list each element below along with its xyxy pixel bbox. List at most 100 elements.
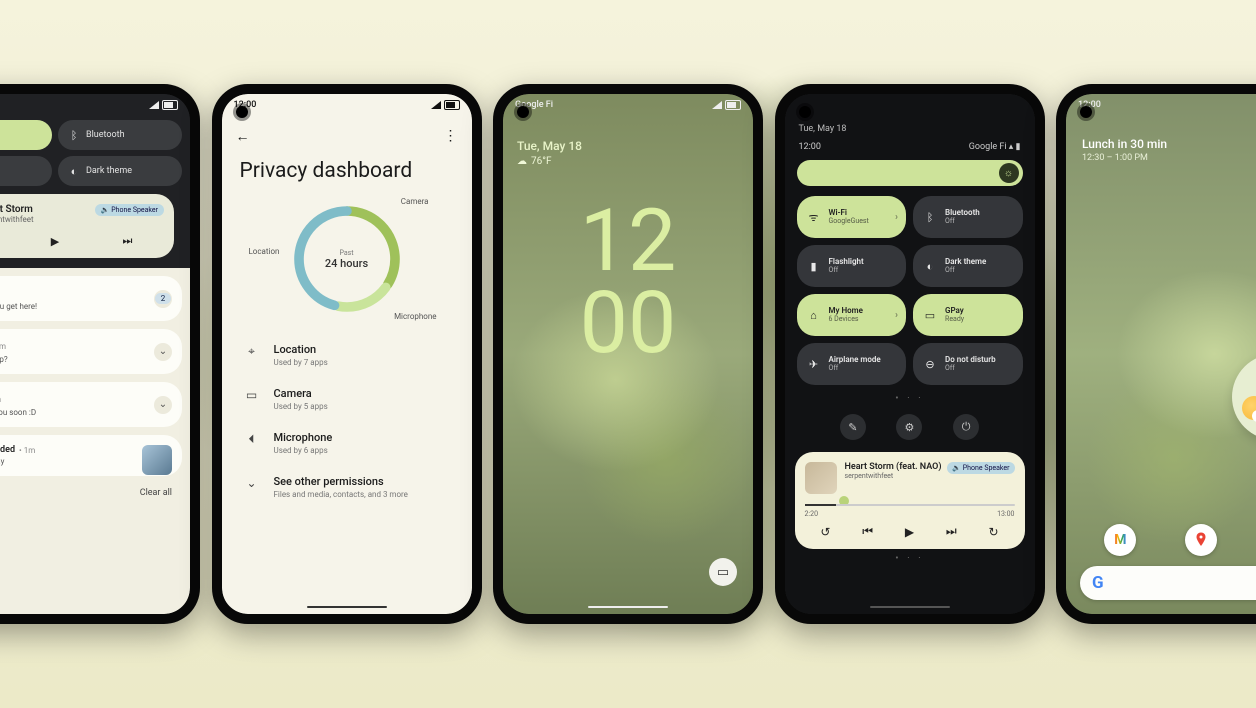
wifi-icon: ᯤ bbox=[807, 210, 821, 225]
status-bar: 12:00 bbox=[0, 94, 190, 116]
play-icon[interactable]: ▶ bbox=[51, 235, 59, 248]
speaker-icon: 🔈 bbox=[101, 206, 110, 214]
qs-flashlight[interactable]: ▮Flashlight bbox=[0, 156, 52, 186]
settings-button[interactable]: ⚙ bbox=[896, 414, 922, 440]
chevron-right-icon: › bbox=[895, 212, 898, 223]
qs-wifi[interactable]: ᯤWi-FiGoogleGuest› bbox=[797, 196, 907, 238]
nav-handle[interactable] bbox=[870, 606, 950, 608]
qs-wifi[interactable]: ᯤWi-Fi bbox=[0, 120, 52, 150]
next-icon[interactable]: ⏭ bbox=[122, 234, 132, 248]
sun-cloud-icon bbox=[1242, 396, 1256, 420]
camera-icon: ▭ bbox=[244, 388, 260, 402]
back-icon[interactable]: ← bbox=[236, 128, 250, 145]
nav-handle[interactable] bbox=[307, 606, 387, 608]
maps-icon[interactable] bbox=[1185, 524, 1217, 556]
media-title: Heart Storm (feat. NAO) bbox=[845, 462, 942, 472]
status-bar: Google Fi bbox=[503, 94, 753, 116]
forward-icon[interactable]: ↻ bbox=[989, 525, 999, 539]
media-card[interactable]: Heart Storm (feat. NAO) serpentwithfeet … bbox=[795, 452, 1025, 549]
seek-bar[interactable] bbox=[805, 504, 1015, 506]
dnd-icon: ⊖ bbox=[923, 358, 937, 371]
media-art bbox=[805, 462, 837, 494]
phone-privacy-dashboard: 12:00 ← ⋮ Privacy dashboard Past 24 hour… bbox=[212, 84, 482, 624]
phone-row: 12:00 ᯤWi-Fi ᛒBluetooth ▮Flashlight ◐Dar… bbox=[0, 0, 1256, 708]
qs-home[interactable]: ⌂My Home6 Devices› bbox=[797, 294, 907, 336]
status-icons bbox=[149, 100, 178, 110]
airplane-icon: ✈ bbox=[807, 358, 821, 371]
overflow-icon[interactable]: ⋮ bbox=[444, 128, 458, 145]
notification[interactable]: Paige • 2m Awesome! See you soon :D ⌄ bbox=[0, 382, 182, 427]
qs-gpay[interactable]: ▭GPayReady bbox=[913, 294, 1023, 336]
ring-location-label: Location bbox=[249, 247, 280, 256]
output-chip[interactable]: 🔈 Phone Speaker bbox=[95, 204, 164, 216]
next-icon[interactable]: ⏭ bbox=[946, 524, 957, 539]
notification-panel: Jane • 2m Text me when you get here! 2 F… bbox=[0, 268, 190, 614]
phone-lock-screen: Google Fi Tue, May 18 ☁76°F 12 00 ▭ bbox=[493, 84, 763, 624]
status-bar: 12:00 bbox=[222, 94, 472, 116]
qs-dark-theme[interactable]: ◐Dark themeOff bbox=[913, 245, 1023, 287]
power-button[interactable]: ⏻ bbox=[953, 414, 979, 440]
brightness-slider[interactable]: ☼ bbox=[797, 160, 1023, 186]
qs-bluetooth[interactable]: ᛒBluetooth bbox=[58, 120, 182, 150]
google-logo-icon: G bbox=[1092, 573, 1104, 593]
media-subtitle: serpentwithfeet bbox=[0, 215, 34, 224]
phone-quick-settings: Tue, May 18 12:00 Google Fi ▴ ▮ ☼ ᯤWi-Fi… bbox=[775, 84, 1045, 624]
wallet-icon: ▭ bbox=[717, 565, 729, 580]
qs-dnd[interactable]: ⊖Do not disturbOff bbox=[913, 343, 1023, 385]
expand-icon[interactable]: 2 bbox=[154, 290, 172, 308]
media-title: Heart Storm bbox=[0, 204, 34, 215]
gear-icon: ⚙ bbox=[905, 421, 915, 434]
nav-handle[interactable] bbox=[588, 606, 668, 608]
qs-date: Tue, May 18 bbox=[799, 124, 847, 134]
weather-widget[interactable]: 72° bbox=[1232, 354, 1256, 440]
phone-home-screen: 12:00 Lunch in 30 min 12:30 – 1:00 PM 72… bbox=[1056, 84, 1256, 624]
permission-row-other[interactable]: ⌄See other permissionsFiles and media, c… bbox=[222, 465, 472, 509]
edit-tiles-button[interactable]: ✎ bbox=[840, 414, 866, 440]
rewind-icon[interactable]: ↺ bbox=[820, 525, 830, 539]
notification[interactable]: New photos added • 1m Weekend getaway bbox=[0, 435, 182, 476]
chevron-right-icon: › bbox=[895, 310, 898, 321]
qs-bluetooth[interactable]: ᛒBluetoothOff bbox=[913, 196, 1023, 238]
home-icon: ⌂ bbox=[807, 309, 821, 322]
total-time: 13:00 bbox=[997, 510, 1014, 518]
lock-weather: ☁76°F bbox=[503, 153, 753, 170]
qs-dark-panel: ᯤWi-Fi ᛒBluetooth ▮Flashlight ◐Dark them… bbox=[0, 94, 190, 268]
media-subtitle: serpentwithfeet bbox=[845, 472, 942, 480]
play-icon[interactable]: ▶ bbox=[905, 525, 914, 539]
usage-ring: Past 24 hours Camera Microphone Location bbox=[287, 199, 407, 319]
wallet-shortcut[interactable]: ▭ bbox=[709, 558, 737, 586]
permission-row-location[interactable]: ⌖LocationUsed by 7 apps bbox=[222, 333, 472, 377]
media-dots: • · · bbox=[785, 549, 1035, 568]
qs-dark-theme[interactable]: ◐Dark theme bbox=[58, 156, 182, 186]
qs-airplane[interactable]: ✈Airplane modeOff bbox=[797, 343, 907, 385]
cloud-icon: ☁ bbox=[517, 156, 527, 167]
expand-icon[interactable]: ⌄ bbox=[154, 343, 172, 361]
notification-body: Text me when you get here! bbox=[0, 302, 170, 311]
location-icon: ⌖ bbox=[244, 344, 260, 359]
dark-theme-icon: ◐ bbox=[923, 260, 937, 273]
qs-label: Dark theme bbox=[86, 166, 132, 176]
phone-notification-shade: 12:00 ᯤWi-Fi ᛒBluetooth ▮Flashlight ◐Dar… bbox=[0, 84, 200, 624]
permission-row-microphone[interactable]: ⏴MicrophoneUsed by 6 apps bbox=[222, 421, 472, 465]
lock-clock: 12 00 bbox=[503, 200, 753, 363]
notification[interactable]: Florian • 2m How was your trip? ⌄ bbox=[0, 329, 182, 374]
qs-flashlight[interactable]: ▮FlashlightOff bbox=[797, 245, 907, 287]
prev-icon[interactable]: ⏮ bbox=[862, 524, 873, 539]
camera-punch bbox=[1080, 106, 1092, 118]
search-bar[interactable]: G bbox=[1080, 566, 1256, 600]
page-dots: • · · bbox=[785, 389, 1035, 408]
qs-carrier: Google Fi ▴ ▮ bbox=[969, 142, 1021, 152]
permission-row-camera[interactable]: ▭CameraUsed by 5 apps bbox=[222, 377, 472, 421]
ring-camera-label: Camera bbox=[401, 197, 429, 206]
output-chip[interactable]: 🔈 Phone Speaker bbox=[947, 462, 1014, 474]
expand-icon[interactable]: ⌄ bbox=[154, 396, 172, 414]
camera-punch bbox=[517, 106, 529, 118]
notification[interactable]: Jane • 2m Text me when you get here! 2 bbox=[0, 276, 182, 321]
gmail-icon[interactable]: M bbox=[1104, 524, 1136, 556]
bluetooth-icon: ᛒ bbox=[923, 211, 937, 224]
clear-all-button[interactable]: Clear all bbox=[140, 488, 172, 498]
hotseat: M bbox=[1066, 524, 1256, 556]
qs-label: Bluetooth bbox=[86, 130, 125, 140]
media-card[interactable]: Heart Storm serpentwithfeet 🔈 Phone Spea… bbox=[0, 194, 174, 258]
qs-time: 12:00 bbox=[799, 142, 821, 152]
